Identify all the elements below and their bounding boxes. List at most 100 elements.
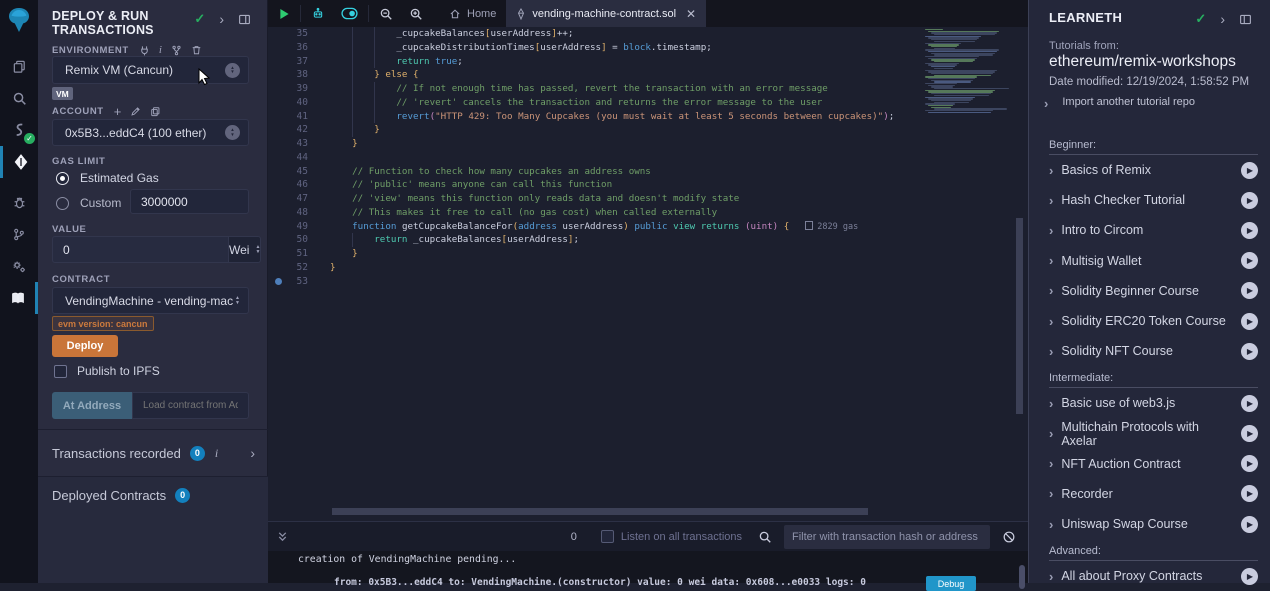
- play-button[interactable]: ▶: [1241, 162, 1258, 179]
- remix-logo[interactable]: [0, 0, 38, 40]
- terminal-scrollbar[interactable]: [1019, 565, 1025, 589]
- search-icon[interactable]: [0, 82, 38, 114]
- tutorial-item[interactable]: ›NFT Auction Contract▶: [1049, 449, 1258, 479]
- search-icon[interactable]: [758, 530, 772, 544]
- file-explorer-icon[interactable]: [0, 50, 38, 82]
- play-button[interactable]: ▶: [1241, 313, 1258, 330]
- plug-icon[interactable]: [139, 45, 150, 56]
- line-number[interactable]: 43: [268, 137, 308, 151]
- chevron-right-icon[interactable]: ›: [219, 11, 224, 27]
- line-number[interactable]: 47: [268, 192, 308, 206]
- line-number[interactable]: 42: [268, 123, 308, 137]
- copilot-toggle-icon[interactable]: [333, 0, 366, 27]
- copy-icon[interactable]: [150, 106, 161, 117]
- debug-button[interactable]: Debug: [926, 576, 976, 591]
- learneth-book-icon[interactable]: [0, 282, 38, 314]
- play-button[interactable]: ▶: [1241, 222, 1258, 239]
- fork-icon[interactable]: [171, 45, 182, 56]
- tutorial-item[interactable]: ›Multisig Wallet▶: [1049, 246, 1258, 276]
- play-button[interactable]: ▶: [1241, 568, 1258, 585]
- deployed-contracts-row[interactable]: Deployed Contracts 0: [52, 483, 255, 507]
- tutorial-item[interactable]: ›Uniswap Swap Course▶: [1049, 509, 1258, 539]
- line-number[interactable]: 36: [268, 41, 308, 55]
- editor-vertical-scrollbar[interactable]: [1016, 218, 1023, 414]
- pin-panel-icon[interactable]: [238, 13, 251, 26]
- line-number[interactable]: 44: [268, 151, 308, 165]
- at-address-input[interactable]: [132, 392, 249, 419]
- tutorial-item[interactable]: ›Multichain Protocols with Axelar▶: [1049, 419, 1258, 449]
- tutorial-item[interactable]: ›Hash Checker Tutorial▶: [1049, 185, 1258, 215]
- chevron-right-icon[interactable]: ›: [250, 445, 255, 461]
- chevron-right-icon[interactable]: ›: [1220, 11, 1225, 27]
- deploy-button[interactable]: Deploy: [52, 335, 118, 357]
- play-button[interactable]: ▶: [1241, 455, 1258, 472]
- transactions-recorded-row[interactable]: Transactions recorded 0 i ›: [52, 441, 255, 465]
- trash-icon[interactable]: [191, 44, 202, 56]
- line-number[interactable]: 46: [268, 178, 308, 192]
- custom-gas-radio[interactable]: [56, 197, 69, 210]
- line-number[interactable]: 53: [268, 275, 308, 289]
- terminal-filter-input[interactable]: [784, 525, 990, 549]
- tutorial-item[interactable]: ›Solidity NFT Course▶: [1049, 336, 1258, 366]
- edit-pencil-icon[interactable]: [130, 106, 141, 117]
- environment-select[interactable]: Remix VM (Cancun) ▲▼: [52, 56, 249, 84]
- solidity-compiler-icon[interactable]: ✓: [0, 114, 38, 146]
- tutorial-item[interactable]: ›Solidity ERC20 Token Course▶: [1049, 306, 1258, 336]
- play-button[interactable]: ▶: [1241, 485, 1258, 502]
- line-number[interactable]: 51: [268, 247, 308, 261]
- tutorial-item[interactable]: ›Solidity Beginner Course▶: [1049, 276, 1258, 306]
- line-number[interactable]: 40: [268, 96, 308, 110]
- value-unit-select[interactable]: Wei▲▼: [229, 236, 261, 263]
- line-number[interactable]: 49: [268, 220, 308, 234]
- play-button[interactable]: ▶: [1241, 425, 1258, 442]
- listen-all-checkbox[interactable]: [601, 530, 614, 543]
- terminal-log[interactable]: creation of VendingMachine pending... fr…: [268, 551, 1028, 583]
- tutorial-item[interactable]: ›Intro to Circom▶: [1049, 215, 1258, 245]
- run-script-icon[interactable]: [268, 0, 298, 27]
- line-number[interactable]: 35: [268, 27, 308, 41]
- estimated-gas-radio[interactable]: [56, 172, 69, 185]
- ai-assistant-robot-icon[interactable]: [303, 0, 333, 27]
- line-number[interactable]: 48: [268, 206, 308, 220]
- debugger-icon[interactable]: [0, 186, 38, 218]
- tutorial-item[interactable]: ›Basics of Remix▶: [1049, 155, 1258, 185]
- play-button[interactable]: ▶: [1241, 395, 1258, 412]
- value-input[interactable]: [52, 236, 229, 263]
- collapse-terminal-icon[interactable]: [276, 530, 289, 543]
- tab-vending-machine-contract[interactable]: vending-machine-contract.sol ✕: [506, 0, 706, 27]
- deploy-run-icon[interactable]: [0, 146, 38, 178]
- account-select[interactable]: 0x5B3...eddC4 (100 ether) ▲▼: [52, 119, 249, 146]
- clear-console-icon[interactable]: [1002, 530, 1016, 544]
- tutorial-item[interactable]: ›Recorder▶: [1049, 479, 1258, 509]
- editor-horizontal-scrollbar[interactable]: [332, 508, 868, 515]
- contract-select[interactable]: VendingMachine - vending-machin ▲▼: [52, 287, 249, 314]
- info-icon[interactable]: i: [215, 446, 218, 461]
- close-tab-icon[interactable]: ✕: [686, 7, 696, 21]
- play-button[interactable]: ▶: [1241, 252, 1258, 269]
- plugin-manager-icon[interactable]: [0, 250, 38, 282]
- line-number[interactable]: 50: [268, 233, 308, 247]
- tutorial-item[interactable]: ›Basic use of web3.js▶: [1049, 388, 1258, 418]
- line-number[interactable]: 37: [268, 55, 308, 69]
- line-number[interactable]: 52: [268, 261, 308, 275]
- import-tutorial-repo[interactable]: › Import another tutorial repo: [1044, 96, 1195, 111]
- source-control-icon[interactable]: [0, 218, 38, 250]
- line-number[interactable]: 39: [268, 82, 308, 96]
- tutorial-item[interactable]: ›All about Proxy Contracts▶: [1049, 561, 1258, 591]
- code-editor[interactable]: 35 _cupcakeBalances[userAddress]++;36 _c…: [268, 27, 1028, 507]
- play-button[interactable]: ▶: [1241, 516, 1258, 533]
- play-button[interactable]: ▶: [1241, 343, 1258, 360]
- line-number[interactable]: 45: [268, 165, 308, 179]
- at-address-button[interactable]: At Address: [52, 392, 132, 419]
- play-button[interactable]: ▶: [1241, 192, 1258, 209]
- zoom-out-icon[interactable]: [371, 0, 401, 27]
- editor-minimap[interactable]: [925, 29, 1010, 115]
- info-icon[interactable]: i: [159, 44, 162, 56]
- line-number[interactable]: 41: [268, 110, 308, 124]
- pin-panel-icon[interactable]: [1239, 13, 1252, 26]
- play-button[interactable]: ▶: [1241, 282, 1258, 299]
- plus-icon[interactable]: +: [114, 107, 122, 117]
- custom-gas-input[interactable]: [130, 189, 249, 214]
- tab-home[interactable]: Home: [439, 0, 506, 27]
- line-number[interactable]: 38: [268, 68, 308, 82]
